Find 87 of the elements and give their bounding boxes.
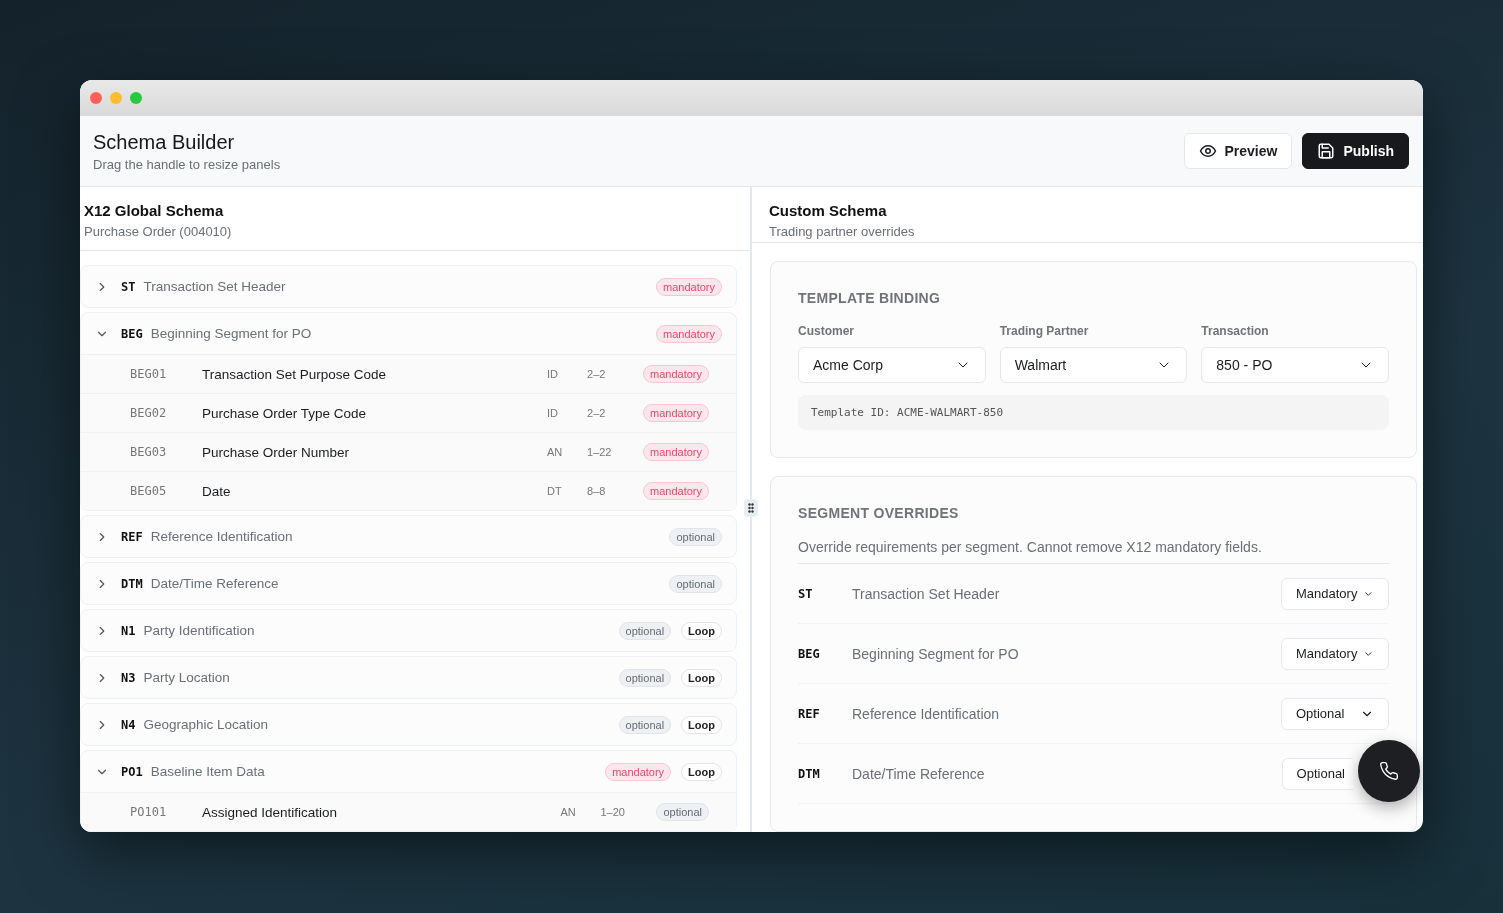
segment-code: REF: [798, 706, 821, 721]
element-code: PO101: [130, 805, 168, 819]
segment-name: Beginning Segment for PO: [150, 326, 313, 341]
element-name: Purchase Order Type Code: [202, 405, 368, 421]
loop-badge: Loop: [681, 668, 722, 687]
segment-code: ST: [798, 586, 814, 601]
element-type: DT: [547, 485, 563, 497]
requirement-dropdown[interactable]: Optional: [1281, 697, 1389, 730]
loop-badge: Loop: [681, 621, 722, 640]
requirement-badge: mandatory: [656, 324, 722, 343]
eye-icon: [1198, 142, 1217, 160]
element-type: ID: [547, 407, 559, 419]
segment-name: Date/Time Reference: [150, 576, 280, 591]
segment-code: BEG: [798, 646, 821, 661]
element-type: ID: [547, 368, 559, 380]
resize-handle[interactable]: [744, 499, 758, 517]
segment-name: Date/Time Reference: [852, 765, 986, 782]
element-type: AN: [547, 446, 564, 458]
section-description: Override requirements per segment. Cannot remove X12 mandatory fields.: [798, 539, 1389, 564]
element-length: 2–2: [587, 368, 607, 380]
panel-title: X12 Global Schema: [84, 202, 225, 219]
select-field[interactable]: Acme Corp: [798, 347, 986, 383]
panel-subtitle: Purchase Order (004010): [84, 224, 233, 239]
select-field[interactable]: Walmart: [999, 347, 1188, 383]
field-label: Trading Partner: [999, 324, 1090, 338]
field-label: Transaction: [1201, 324, 1270, 338]
segment-code: ST: [121, 279, 136, 294]
section-title: TEMPLATE BINDING: [798, 290, 942, 306]
segment-code: BEG: [121, 326, 143, 341]
section-title: SEGMENT OVERRIDES: [798, 505, 960, 521]
publish-button[interactable]: Publish: [1302, 133, 1409, 169]
element-name: Date: [202, 483, 232, 499]
field-label: Customer: [798, 324, 855, 338]
requirement-badge: mandatory: [643, 482, 709, 500]
element-length: 1–20: [600, 806, 626, 818]
segment-name: Transaction Set Header: [143, 279, 287, 294]
app-title: Schema Builder: [93, 130, 236, 154]
element-name: Transaction Set Purpose Code: [202, 366, 388, 382]
segment-name: Party Identification: [143, 623, 256, 638]
requirement-badge: mandatory: [643, 404, 709, 422]
element-name: Purchase Order Number: [202, 444, 351, 460]
segment-code: REF: [121, 529, 143, 544]
loop-badge: Loop: [681, 715, 722, 734]
segment-code: N1: [121, 623, 136, 638]
segment-name: Reference Identification: [852, 705, 1001, 722]
element-code: BEG02: [130, 406, 168, 420]
segment-name: Party Location: [143, 670, 231, 685]
segment-code: PO1: [121, 764, 143, 779]
segment-name: Transaction Set Header: [852, 585, 1001, 602]
requirement-badge: mandatory: [643, 365, 709, 383]
loop-badge: Loop: [681, 762, 722, 781]
element-code: BEG01: [130, 367, 168, 381]
phone-icon: [1379, 761, 1399, 781]
element-name: Assigned Identification: [202, 804, 339, 820]
panel-title: Custom Schema: [769, 202, 888, 219]
panel-subtitle: Trading partner overrides: [769, 224, 916, 239]
segment-code: DTM: [798, 766, 821, 781]
requirement-badge: mandatory: [643, 443, 709, 461]
element-code: BEG05: [130, 484, 168, 498]
segment-code: DTM: [121, 576, 143, 591]
requirement-badge: optional: [618, 715, 672, 734]
requirement-dropdown[interactable]: Optional: [1281, 757, 1353, 790]
template-id: Template ID: ACME-WALMART-850: [798, 395, 1389, 430]
preview-button[interactable]: Preview: [1183, 133, 1293, 169]
requirement-badge: optional: [669, 574, 722, 593]
requirement-badge: optional: [618, 668, 672, 687]
requirement-badge: mandatory: [656, 277, 722, 296]
segment-code: N3: [121, 670, 136, 685]
requirement-dropdown[interactable]: Mandatory: [1281, 577, 1389, 610]
segment-code: N4: [121, 717, 136, 732]
requirement-badge: optional: [656, 803, 709, 821]
segment-name: Geographic Location: [143, 717, 270, 732]
segment-name: Reference Identification: [150, 529, 294, 544]
requirement-badge: optional: [669, 527, 722, 546]
requirement-dropdown[interactable]: Mandatory: [1281, 637, 1389, 670]
segment-name: Beginning Segment for PO: [852, 645, 1020, 662]
requirement-badge: mandatory: [605, 762, 672, 781]
select-field[interactable]: 850 - PO: [1201, 347, 1389, 383]
element-length: 1–22: [587, 446, 613, 458]
element-code: BEG03: [130, 445, 168, 459]
segment-name: Baseline Item Data: [150, 764, 266, 779]
element-type: AN: [560, 806, 577, 818]
app-subtitle: Drag the handle to resize panels: [93, 156, 281, 172]
element-length: 8–8: [587, 485, 607, 497]
requirement-badge: optional: [618, 621, 672, 640]
element-length: 2–2: [587, 407, 607, 419]
grip-dots-icon: [748, 503, 754, 513]
